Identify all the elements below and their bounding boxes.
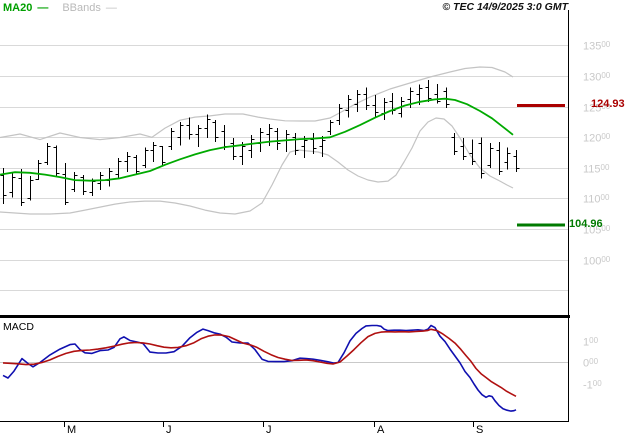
price-axis-label: 13000 xyxy=(583,71,611,84)
price-axis-label: 11500 xyxy=(583,162,610,176)
resistance-level-label: 124.93 xyxy=(591,98,625,111)
month-label: J xyxy=(266,424,272,436)
price-axis-label: 10000 xyxy=(583,254,611,268)
panel-separator xyxy=(0,315,570,318)
bollinger-upper-line xyxy=(0,66,514,141)
month-label: J xyxy=(166,424,172,436)
chart-canvas xyxy=(0,10,570,427)
macd-line xyxy=(2,324,517,412)
price-axis-label: 13500 xyxy=(583,40,611,53)
month-label: M xyxy=(67,424,77,436)
bollinger-lower-line xyxy=(0,117,514,215)
macd-panel-title: MACD xyxy=(3,321,34,333)
macd-axis-label: 000 xyxy=(583,357,599,370)
level-lines xyxy=(517,103,565,227)
month-label: S xyxy=(476,424,484,436)
stock-chart: MA20 — BBands — © TEC 14/9/2025 3:0 GMT MAC… xyxy=(0,0,627,440)
price-axis-label: 11000 xyxy=(583,193,610,206)
price-axis-label: 12000 xyxy=(583,132,611,145)
price-gridlines xyxy=(0,45,569,291)
macd-axis-label: 100 xyxy=(583,335,599,349)
bbands-line-swatch: — xyxy=(105,2,117,14)
month-label: A xyxy=(377,424,385,436)
copyright-text: © TEC 14/9/2025 3:0 GMT xyxy=(442,1,568,13)
macd-axis-label: -100 xyxy=(583,378,602,392)
support-level-label: 104.96 xyxy=(569,217,603,230)
bbands-legend-label: BBands xyxy=(62,2,101,14)
ma20-legend-label: MA20 xyxy=(3,2,33,14)
legend: MA20 — BBands — xyxy=(3,2,117,14)
ma20-line-swatch: — xyxy=(37,2,49,14)
